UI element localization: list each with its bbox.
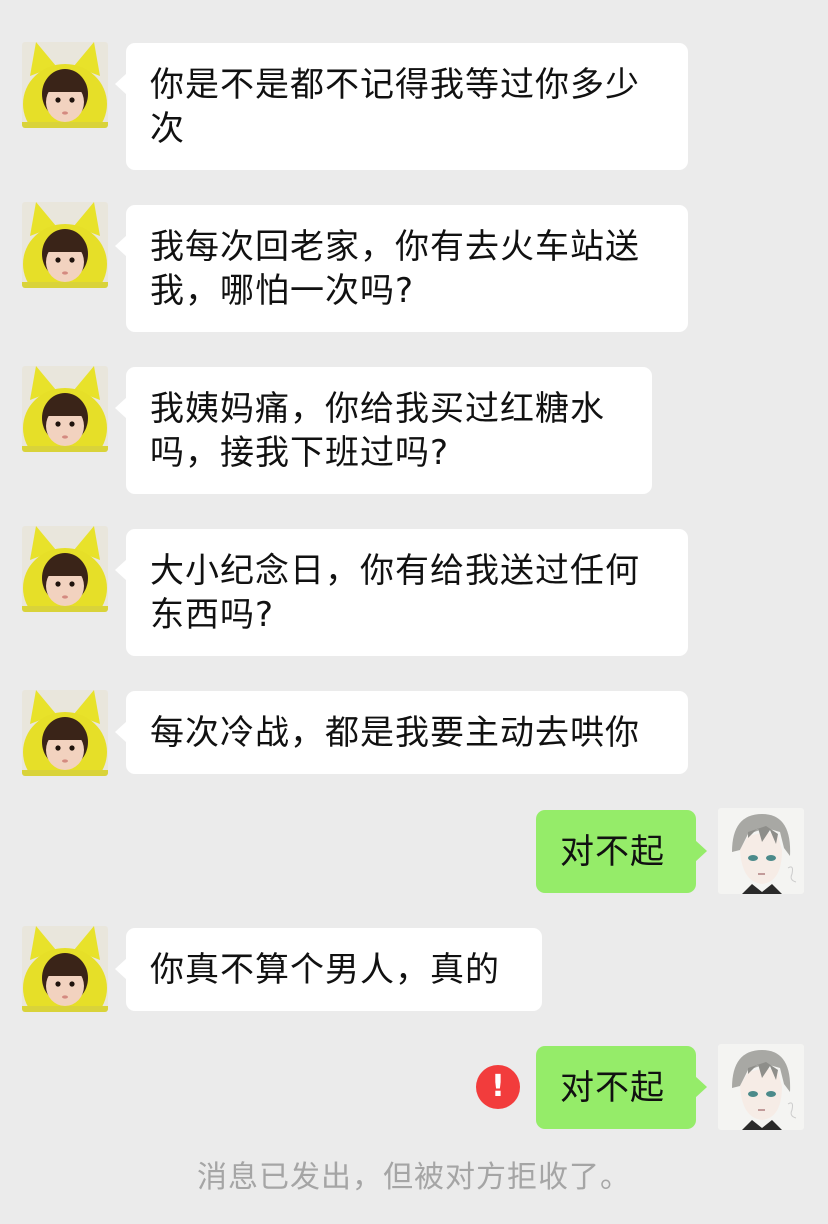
girl-yellow-hood-avatar-icon (22, 366, 108, 452)
exclamation-icon[interactable]: ! (476, 1065, 520, 1109)
girl-yellow-hood-avatar-icon (22, 926, 108, 1012)
message-bubble-incoming[interactable]: 你是不是都不记得我等过你多少次 (115, 43, 688, 170)
girl-yellow-hood-avatar-icon (22, 526, 108, 612)
system-notice-rejected: 消息已发出，但被对方拒收了。 (197, 1160, 631, 1195)
contact-avatar[interactable] (22, 926, 108, 1012)
message-bubble-incoming[interactable]: 你真不算个男人，真的 (115, 928, 542, 1011)
self-avatar[interactable] (718, 808, 804, 894)
message-bubble-incoming[interactable]: 我姨妈痛，你给我买过红糖水吗，接我下班过吗? (115, 367, 652, 494)
contact-avatar[interactable] (22, 690, 108, 776)
contact-avatar[interactable] (22, 42, 108, 128)
contact-avatar[interactable] (22, 366, 108, 452)
girl-yellow-hood-avatar-icon (22, 690, 108, 776)
self-avatar[interactable] (718, 1044, 804, 1130)
message-bubble-incoming[interactable]: 我每次回老家，你有去火车站送我，哪怕一次吗? (115, 205, 688, 332)
girl-yellow-hood-avatar-icon (22, 202, 108, 288)
message-bubble-incoming[interactable]: 每次冷战，都是我要主动去哄你 (115, 691, 688, 774)
anime-boy-avatar-icon (718, 808, 804, 894)
girl-yellow-hood-avatar-icon (22, 42, 108, 128)
message-bubble-incoming[interactable]: 大小纪念日，你有给我送过任何东西吗? (115, 529, 688, 656)
contact-avatar[interactable] (22, 526, 108, 612)
contact-avatar[interactable] (22, 202, 108, 288)
message-bubble-outgoing[interactable]: 对不起 (536, 810, 707, 893)
message-bubble-outgoing[interactable]: 对不起 (536, 1046, 707, 1129)
anime-boy-avatar-icon (718, 1044, 804, 1130)
